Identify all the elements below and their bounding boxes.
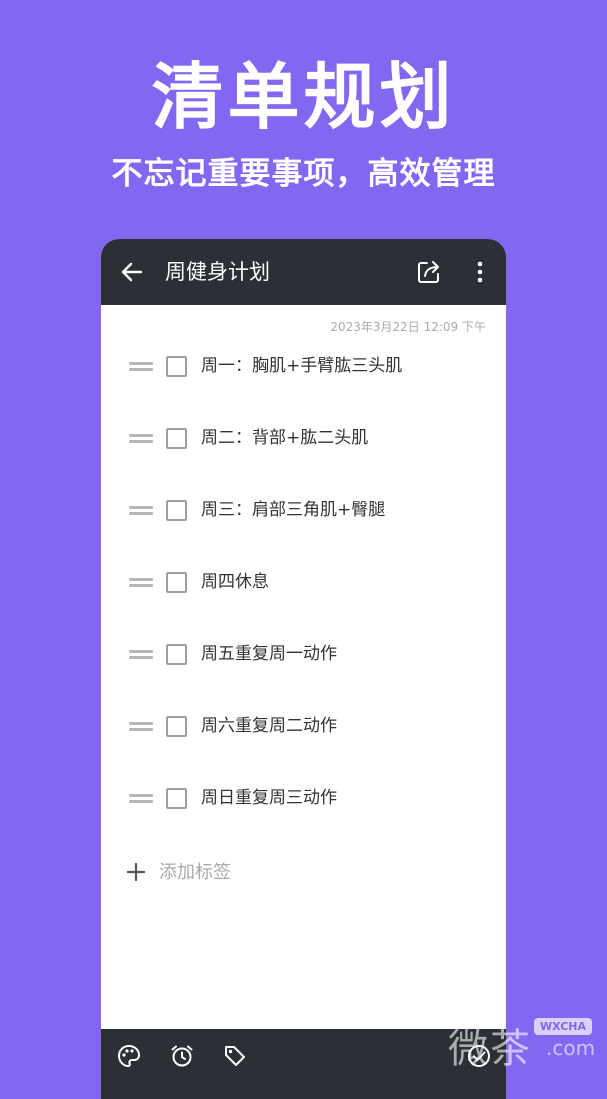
item-checkbox[interactable] bbox=[166, 644, 187, 665]
drag-handle-icon[interactable] bbox=[129, 504, 153, 516]
list-item: 周四休息 bbox=[101, 550, 506, 622]
top-app-bar: 周健身计划 bbox=[101, 239, 506, 305]
item-text[interactable]: 周一：胸肌+手臂肱三头肌 bbox=[201, 354, 402, 378]
tag-icon[interactable] bbox=[222, 1043, 248, 1069]
promo-title: 清单规划 bbox=[151, 55, 456, 139]
item-text[interactable]: 周二：背部+肱二头肌 bbox=[201, 426, 368, 450]
list-item: 周二：背部+肱二头肌 bbox=[101, 406, 506, 478]
phone-screen: 周健身计划 2023年3月22日 12:09 下午 周一：胸肌+手臂肱三头肌 周… bbox=[101, 239, 506, 1099]
list-item: 周一：胸肌+手臂肱三头肌 bbox=[101, 334, 506, 406]
alarm-icon[interactable] bbox=[169, 1043, 195, 1069]
plus-icon bbox=[126, 862, 146, 882]
item-checkbox[interactable] bbox=[166, 788, 187, 809]
drag-handle-icon[interactable] bbox=[129, 720, 153, 732]
bottom-toolbar bbox=[101, 1029, 506, 1099]
item-text[interactable]: 周四休息 bbox=[201, 570, 269, 594]
list-item: 周日重复周三动作 bbox=[101, 766, 506, 838]
add-tag-button[interactable]: 添加标签 bbox=[125, 859, 325, 887]
item-checkbox[interactable] bbox=[166, 428, 187, 449]
watermark-suffix: .com bbox=[546, 1036, 596, 1060]
checklist: 周一：胸肌+手臂肱三头肌 周二：背部+肱二头肌 周三：肩部三角肌+臀腿 周四休息… bbox=[101, 334, 506, 838]
item-text[interactable]: 周五重复周一动作 bbox=[201, 642, 337, 666]
note-title[interactable]: 周健身计划 bbox=[165, 259, 270, 285]
item-checkbox[interactable] bbox=[166, 572, 187, 593]
item-text[interactable]: 周三：肩部三角肌+臀腿 bbox=[201, 498, 385, 522]
palette-icon[interactable] bbox=[116, 1043, 142, 1069]
list-item: 周三：肩部三角肌+臀腿 bbox=[101, 478, 506, 550]
item-text[interactable]: 周日重复周三动作 bbox=[201, 786, 337, 810]
back-arrow-icon[interactable] bbox=[119, 259, 145, 285]
item-checkbox[interactable] bbox=[166, 716, 187, 737]
promo-subtitle: 不忘记重要事项，高效管理 bbox=[111, 156, 496, 192]
drag-handle-icon[interactable] bbox=[129, 576, 153, 588]
watermark-badge: WXCHA bbox=[534, 1018, 593, 1035]
drag-handle-icon[interactable] bbox=[129, 360, 153, 372]
watermark: 微茶 WXCHA .com bbox=[448, 1010, 598, 1072]
item-checkbox[interactable] bbox=[166, 356, 187, 377]
add-tag-label: 添加标签 bbox=[159, 862, 231, 883]
watermark-text: 微茶 bbox=[448, 1026, 532, 1072]
note-timestamp: 2023年3月22日 12:09 下午 bbox=[330, 320, 486, 334]
list-item: 周六重复周二动作 bbox=[101, 694, 506, 766]
drag-handle-icon[interactable] bbox=[129, 432, 153, 444]
share-icon[interactable] bbox=[415, 258, 443, 286]
drag-handle-icon[interactable] bbox=[129, 648, 153, 660]
item-text[interactable]: 周六重复周二动作 bbox=[201, 714, 337, 738]
item-checkbox[interactable] bbox=[166, 500, 187, 521]
drag-handle-icon[interactable] bbox=[129, 792, 153, 804]
more-vertical-icon[interactable] bbox=[469, 259, 491, 285]
list-item: 周五重复周一动作 bbox=[101, 622, 506, 694]
